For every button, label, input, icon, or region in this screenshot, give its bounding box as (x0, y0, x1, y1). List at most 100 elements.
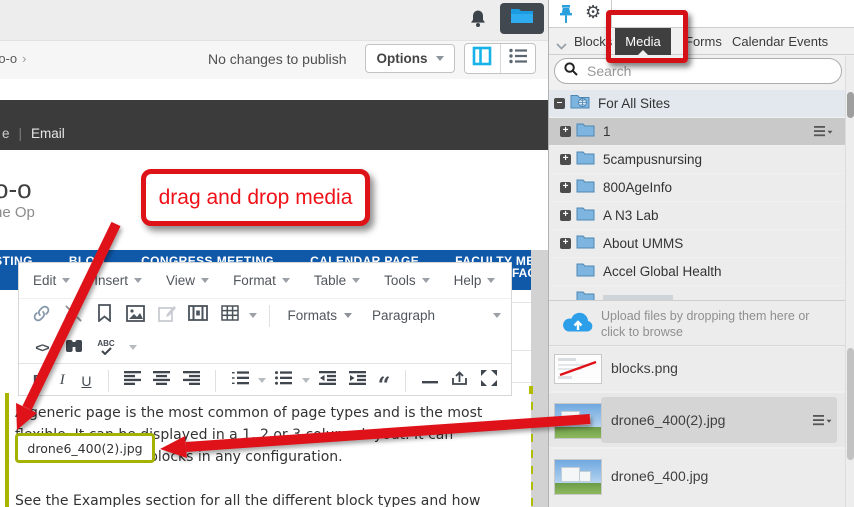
file-row-drone6-400[interactable]: drone6_400.jpg (549, 449, 846, 507)
expand-icon[interactable]: + (560, 154, 571, 165)
unlink-button[interactable] (60, 304, 85, 328)
tab-forms[interactable]: Forms (685, 34, 722, 49)
page-tab-fragment[interactable]: FAC (512, 266, 531, 280)
breadcrumb[interactable]: ro-o› (0, 51, 26, 66)
expand-icon[interactable]: + (560, 210, 571, 221)
numbered-list-button[interactable] (228, 369, 252, 393)
chevron-down-icon (352, 278, 360, 283)
table-button[interactable] (217, 304, 242, 328)
list-view-button[interactable] (501, 44, 536, 73)
bold-button[interactable]: B (29, 369, 47, 393)
chevron-down-icon (436, 56, 444, 61)
scrollbar-thumb[interactable] (847, 92, 854, 118)
spellcheck-button[interactable]: ABC (93, 336, 119, 360)
tree-folder-800ageinfo[interactable]: + 800AgeInfo (549, 174, 846, 201)
insert-file-button[interactable] (448, 369, 472, 393)
align-right-icon (183, 371, 200, 390)
source-code-button[interactable]: <> (29, 336, 55, 360)
tree-folder-5campusnursing[interactable]: + 5campusnursing (549, 146, 846, 173)
collapse-icon[interactable]: – (554, 98, 565, 109)
paragraph-dropdown[interactable]: Paragraph (372, 308, 435, 323)
insert-media-button[interactable] (186, 304, 211, 328)
collapse-panel-chevron[interactable] (556, 37, 567, 55)
nav-item-fragment[interactable]: e (2, 126, 10, 141)
tree-folder-about-umms[interactable]: + About UMMS (549, 230, 846, 257)
link-button[interactable] (29, 304, 54, 328)
tree-folder-accel-global-health[interactable]: Accel Global Health (549, 258, 846, 285)
chevron-down-icon (201, 278, 209, 283)
upload-instructions: Upload files by dropping them here or cl… (601, 308, 809, 340)
folder-icon (576, 178, 595, 198)
insert-image-button[interactable] (123, 304, 148, 328)
settings-button[interactable]: ⚙ (585, 2, 601, 23)
align-center-button[interactable] (150, 369, 174, 393)
panel-scrollbar[interactable] (845, 56, 854, 507)
table-menu-caret[interactable] (249, 313, 257, 318)
toolbar-divider (269, 305, 270, 327)
edit-image-button[interactable] (154, 304, 179, 328)
search-input[interactable] (585, 62, 809, 80)
scrollbar-thumb[interactable] (847, 348, 854, 460)
folder-label: 800AgeInfo (603, 180, 672, 195)
align-left-icon (124, 371, 141, 390)
anchor-button[interactable] (92, 304, 117, 328)
tree-root-for-all-sites[interactable]: – For All Sites (549, 90, 846, 117)
editor-menubar: Edit Insert View Format Table Tools Help (19, 263, 511, 299)
file-thumbnail (554, 459, 602, 495)
tree-folder-a-n3-lab[interactable]: + A N3 Lab (549, 202, 846, 229)
tree-folder-1[interactable]: + 1 (549, 118, 846, 145)
spellcheck-caret[interactable] (129, 345, 137, 350)
cloud-upload-icon (561, 310, 595, 341)
paragraph-caret[interactable] (493, 313, 501, 318)
notifications-button[interactable] (466, 7, 492, 33)
menu-insert[interactable]: Insert (94, 273, 142, 288)
menu-help[interactable]: Help (454, 273, 496, 288)
numbered-list-caret[interactable] (258, 378, 266, 383)
tree-folder-clipped[interactable] (549, 286, 846, 300)
file-row-blocks[interactable]: blocks.png (549, 347, 846, 391)
bullet-list-caret[interactable] (302, 378, 310, 383)
menu-edit[interactable]: Edit (33, 273, 70, 288)
upload-dropzone[interactable]: Upload files by dropping them here or cl… (549, 300, 846, 346)
code-icon: <> (35, 340, 48, 355)
italic-button[interactable]: I (53, 369, 71, 393)
outdent-icon (319, 371, 336, 390)
fullscreen-button[interactable] (477, 369, 501, 393)
file-row-drone6-400-2[interactable]: drone6_400(2).jpg (549, 393, 846, 447)
media-search[interactable] (554, 58, 842, 84)
tab-calendar-events[interactable]: Calendar Events (732, 34, 828, 49)
folder-context-menu-button[interactable] (814, 125, 833, 143)
search-icon (564, 62, 578, 81)
menu-tools[interactable]: Tools (384, 273, 430, 288)
blockquote-button[interactable]: “ (375, 369, 393, 393)
toggle-assets-panel-button[interactable] (500, 3, 544, 34)
align-left-button[interactable] (120, 369, 144, 393)
align-right-button[interactable] (180, 369, 204, 393)
split-view-button[interactable] (465, 44, 501, 73)
editor-toolbar-row2: <> ABC (19, 332, 511, 363)
file-context-menu-button[interactable] (813, 414, 832, 432)
menu-table[interactable]: Table (314, 273, 360, 288)
image-icon (126, 305, 145, 327)
binoculars-icon (65, 338, 83, 358)
pin-icon (557, 11, 575, 28)
editor-toolbar-row1: Formats Paragraph (19, 299, 511, 332)
expand-icon[interactable]: + (560, 126, 571, 137)
find-replace-button[interactable] (61, 336, 87, 360)
insert-file-icon (451, 370, 468, 391)
pin-panel-button[interactable] (557, 4, 575, 29)
publish-status: No changes to publish (208, 51, 347, 67)
expand-icon[interactable]: + (560, 238, 571, 249)
horizontal-rule-button[interactable] (418, 369, 442, 393)
menu-view[interactable]: View (166, 273, 209, 288)
bullet-list-button[interactable] (272, 369, 296, 393)
underline-button[interactable]: U (77, 369, 95, 393)
options-button[interactable]: Options (365, 44, 455, 73)
menu-format[interactable]: Format (233, 273, 290, 288)
formats-dropdown[interactable]: Formats (287, 308, 352, 323)
outdent-button[interactable] (316, 369, 340, 393)
indent-button[interactable] (345, 369, 369, 393)
nav-item-email[interactable]: Email (31, 126, 65, 141)
toolbar-divider (405, 370, 406, 392)
expand-icon[interactable]: + (560, 182, 571, 193)
